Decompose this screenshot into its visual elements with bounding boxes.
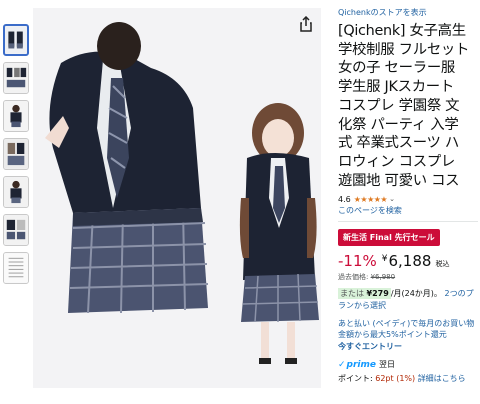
installment-amount: ¥279 [366, 289, 389, 298]
reference-price-value: ¥6,980 [370, 273, 396, 281]
paidy-promo-link[interactable]: あと払い (ペイディ)で毎月のお買い物金額から最大5%ポイント還元 [338, 318, 478, 340]
title-line: 化祭 パーティ 入学 [338, 116, 459, 133]
deal-badge: 新生活 Final 先行セール [338, 229, 440, 246]
title-line: 遊園地 可愛い コス [338, 172, 460, 189]
currency-symbol: ¥ [381, 254, 388, 264]
share-icon[interactable] [298, 16, 314, 32]
points-detail-link[interactable]: 詳細はこちら [418, 374, 466, 383]
installment-pill: または ¥279 [338, 288, 391, 299]
entry-link[interactable]: 今すぐエントリー [338, 341, 478, 352]
price-amount: 6,188 [388, 252, 432, 270]
title-line: 学生服 JKスカート [338, 79, 454, 96]
title-line: コスプレ 学園祭 文 [338, 97, 460, 114]
points-label: ポイント: [338, 374, 376, 383]
prime-row: ✓ prime 翌日 [338, 359, 478, 370]
prime-logo: prime [346, 359, 376, 370]
reference-price-label: 過去価格: [338, 273, 369, 281]
price-row: -11% ¥ 6,188 税込 [338, 252, 478, 270]
tax-label: 税込 [435, 260, 450, 268]
product-main-image[interactable] [33, 8, 321, 388]
chevron-down-icon[interactable]: ⌄ [389, 195, 395, 203]
installment-suffix: /月(24か月)。 [390, 289, 442, 298]
thumbnail-2[interactable] [3, 62, 29, 94]
title-line: 式 卒業式スーツ ハ [338, 135, 459, 152]
store-link[interactable]: Qichenkのストアを表示 [338, 8, 478, 18]
rating-row[interactable]: 4.6 ★★★★★ ⌄ [338, 194, 478, 204]
points-row: ポイント: 62pt (1%) 詳細はこちら [338, 373, 478, 384]
discount-percent: -11% [338, 252, 377, 270]
prime-check-icon: ✓ [338, 359, 346, 370]
title-line: 女の子 セーラー服 [338, 60, 456, 77]
star-rating-icon: ★★★★★ [353, 194, 388, 204]
title-line: 学校制服 フルセット [338, 41, 470, 58]
search-page-link[interactable]: このページを検索 [338, 206, 478, 216]
title-line: ロウィン コスプレ [338, 153, 456, 170]
thumbnail-strip [3, 24, 29, 290]
divider [338, 221, 478, 222]
title-line: [Qichenk] 女子高生 [338, 23, 466, 39]
prime-delivery: 翌日 [379, 360, 395, 369]
reference-price: 過去価格: ¥6,980 [338, 272, 478, 282]
points-value: 62pt [375, 374, 394, 383]
installment-prefix: または [340, 289, 364, 298]
points-percent: (1%) [396, 374, 416, 383]
rating-value: 4.6 [338, 194, 351, 204]
product-details: Qichenkのストアを表示 [Qichenk] 女子高生 学校制服 フルセット… [338, 8, 478, 384]
installment-row: または ¥279/月(24か月)。 2つのプランから選択 [338, 288, 478, 312]
thumbnail-5[interactable] [3, 176, 29, 208]
product-title: [Qichenk] 女子高生 学校制服 フルセット 女の子 セーラー服 学生服 … [338, 22, 478, 190]
thumbnail-7[interactable] [3, 252, 29, 284]
thumbnail-1[interactable] [3, 24, 29, 56]
thumbnail-3[interactable] [3, 100, 29, 132]
thumbnail-6[interactable] [3, 214, 29, 246]
thumbnail-4[interactable] [3, 138, 29, 170]
